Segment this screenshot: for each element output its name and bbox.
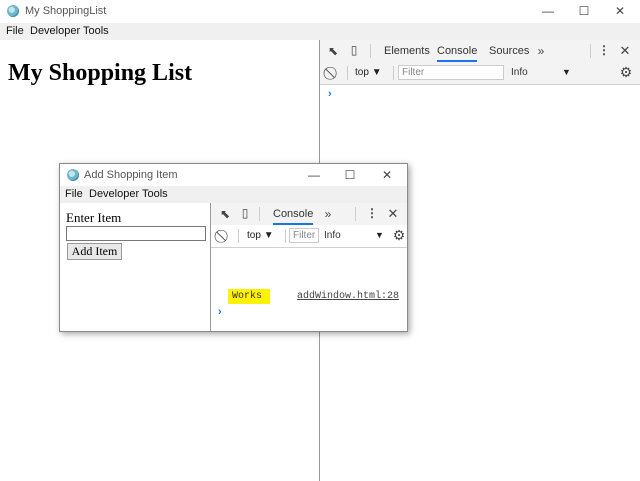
console-prompt-icon[interactable]: ›: [218, 306, 222, 318]
child-devtools-panel: ⬉ ▯ Console » ⋮ ✕ ⃠ top ▼ Filter Info ▼ …: [211, 203, 407, 331]
inspect-element-icon[interactable]: ⬉: [218, 207, 232, 221]
tab-console[interactable]: Console: [273, 203, 314, 225]
toolbar-divider: [285, 229, 286, 243]
device-toggle-icon[interactable]: ▯: [238, 206, 252, 220]
toolbar-divider: [259, 207, 260, 221]
settings-gear-icon[interactable]: ⚙: [619, 64, 633, 81]
log-level-value[interactable]: Info: [511, 67, 528, 78]
child-menu-file[interactable]: File: [65, 188, 83, 200]
tab-elements[interactable]: Elements: [384, 40, 430, 62]
settings-gear-icon[interactable]: ⚙: [392, 227, 406, 244]
console-filter-input[interactable]: Filter: [289, 228, 319, 243]
window-title: My ShoppingList: [25, 5, 107, 17]
close-devtools-icon[interactable]: ✕: [618, 43, 632, 59]
context-value: top: [247, 230, 261, 241]
menu-file[interactable]: File: [6, 25, 24, 37]
child-menu-developer-tools[interactable]: Developer Tools: [89, 188, 168, 200]
toolbar-divider: [590, 44, 591, 58]
log-level-value[interactable]: Info: [324, 230, 341, 241]
child-titlebar: Add Shopping Item — ☐ ✕: [60, 164, 407, 186]
context-selector[interactable]: top ▼: [355, 67, 382, 78]
context-selector[interactable]: top ▼: [247, 230, 274, 241]
add-item-button[interactable]: Add Item: [67, 243, 122, 260]
clear-console-icon[interactable]: ⃠: [217, 228, 231, 244]
devtools-tabbar: ⬉ ▯ Elements Console Sources » ⋮ ✕: [320, 40, 640, 63]
close-button[interactable]: ✕: [600, 0, 640, 23]
toolbar-divider: [370, 44, 371, 58]
child-menubar: File Developer Tools: [60, 186, 407, 203]
chevron-down-icon[interactable]: ▼: [375, 230, 384, 240]
add-item-window: Add Shopping Item — ☐ ✕ File Developer T…: [59, 163, 408, 332]
more-tabs-icon[interactable]: »: [535, 44, 547, 58]
kebab-menu-icon[interactable]: ⋮: [598, 43, 610, 57]
device-toggle-icon[interactable]: ▯: [347, 43, 361, 57]
minimize-button[interactable]: —: [528, 0, 568, 23]
chevron-down-icon[interactable]: ▼: [562, 67, 571, 77]
electron-app-icon: [67, 169, 79, 181]
clear-console-icon[interactable]: ⃠: [326, 65, 340, 81]
child-maximize-button[interactable]: ☐: [330, 164, 370, 186]
toolbar-divider: [393, 66, 394, 80]
chevron-down-icon: ▼: [263, 230, 274, 241]
inspect-element-icon[interactable]: ⬉: [326, 44, 340, 58]
more-tabs-icon[interactable]: »: [322, 207, 334, 221]
child-devtools-tabbar: ⬉ ▯ Console » ⋮ ✕: [211, 203, 407, 226]
child-window-title: Add Shopping Item: [84, 169, 178, 181]
menu-developer-tools[interactable]: Developer Tools: [30, 25, 109, 37]
close-devtools-icon[interactable]: ✕: [386, 206, 400, 222]
console-toolbar: ⃠ top ▼ Filter Info ▼ ⚙: [211, 225, 407, 248]
maximize-button[interactable]: ☐: [564, 0, 604, 23]
console-filter-input[interactable]: Filter: [398, 65, 504, 80]
console-toolbar: ⃠ top ▼ Filter Info ▼ ⚙: [320, 62, 640, 85]
tab-console[interactable]: Console: [437, 40, 478, 62]
console-log-source-link[interactable]: addWindow.html:28: [297, 291, 399, 302]
console-prompt-icon[interactable]: ›: [328, 88, 332, 100]
context-value: top: [355, 67, 369, 78]
child-minimize-button[interactable]: —: [294, 164, 334, 186]
console-log-message: Works: [228, 289, 270, 304]
tab-sources[interactable]: Sources: [489, 40, 529, 62]
chevron-down-icon: ▼: [371, 67, 382, 78]
kebab-menu-icon[interactable]: ⋮: [366, 206, 378, 220]
child-close-button[interactable]: ✕: [367, 164, 407, 186]
toolbar-divider: [355, 207, 356, 221]
page-title: My Shopping List: [8, 60, 193, 86]
toolbar-divider: [347, 66, 348, 80]
item-input[interactable]: [66, 226, 206, 241]
electron-app-icon: [7, 5, 19, 17]
main-menubar: File Developer Tools: [0, 23, 640, 40]
main-titlebar: My ShoppingList — ☐ ✕: [0, 0, 640, 23]
toolbar-divider: [238, 229, 239, 243]
enter-item-label: Enter Item: [66, 210, 122, 225]
